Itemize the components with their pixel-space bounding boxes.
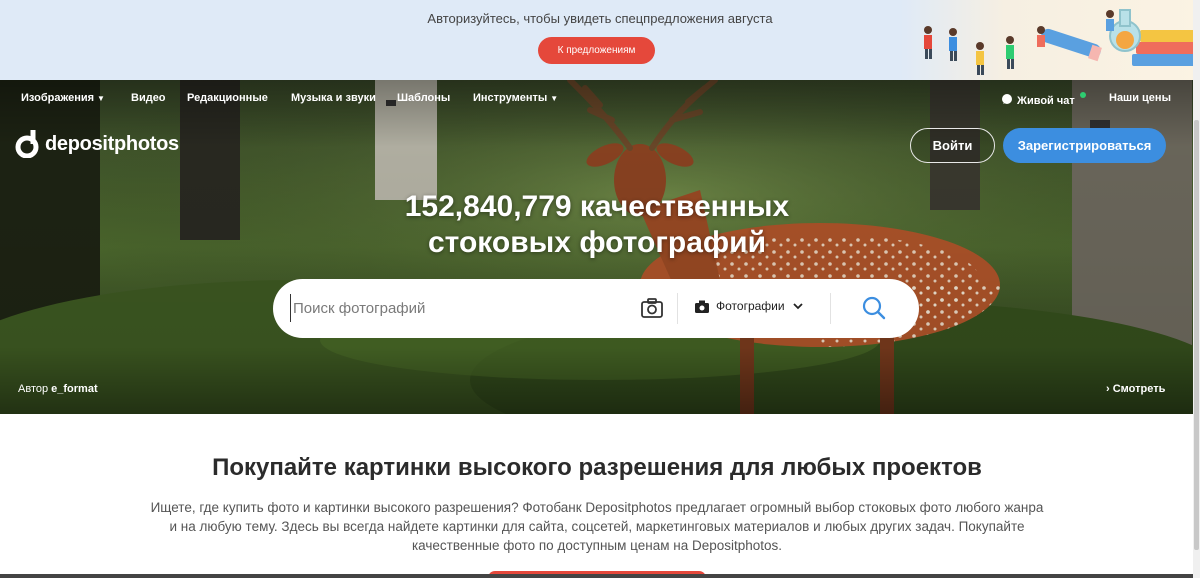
register-button[interactable]: Зарегистрироваться xyxy=(1003,128,1166,163)
scrollbar-thumb[interactable] xyxy=(1194,120,1199,550)
section-heading: Покупайте картинки высокого разрешения д… xyxy=(212,454,982,481)
chat-icon xyxy=(1002,94,1012,104)
media-type-select[interactable]: Фотографии xyxy=(695,299,803,313)
online-status-dot xyxy=(1079,92,1086,98)
divider xyxy=(677,293,678,324)
chevron-right-icon: › xyxy=(1106,383,1110,395)
chevron-down-icon: ▼ xyxy=(550,94,559,103)
hero-title: 152,840,779 качественных стоковых фотогр… xyxy=(404,190,790,259)
camera-search-icon[interactable] xyxy=(640,297,664,319)
author-link[interactable]: e_format xyxy=(51,383,97,395)
view-photo-link[interactable]: › Смотреть xyxy=(1106,383,1165,395)
nav-music[interactable]: Музыка и звуки xyxy=(291,92,376,104)
promo-text: Авторизуйтесь, чтобы увидеть спецпредлож… xyxy=(427,11,773,26)
hero-section: Изображения ▼ Видео Редакционные Музыка и… xyxy=(0,80,1200,414)
chevron-down-icon xyxy=(792,303,803,310)
top-nav: Изображения ▼ Видео Редакционные Музыка и… xyxy=(0,80,1200,116)
nav-tools[interactable]: Инструменты ▼ xyxy=(473,92,558,104)
live-chat-link[interactable]: Живой чат xyxy=(1001,92,1086,107)
logo[interactable]: depositphotos xyxy=(15,130,179,158)
promo-banner: Авторизуйтесь, чтобы увидеть спецпредлож… xyxy=(0,0,1200,80)
chevron-down-icon: ▼ xyxy=(97,94,105,103)
nav-video[interactable]: Видео xyxy=(131,92,166,104)
search-icon[interactable] xyxy=(861,295,887,321)
logo-text: depositphotos xyxy=(45,132,179,155)
logo-icon xyxy=(15,130,39,158)
search-bar: Фотографии xyxy=(273,279,919,338)
divider xyxy=(830,293,831,324)
nav-editorial[interactable]: Редакционные xyxy=(187,92,268,104)
taskbar-edge xyxy=(0,574,1200,578)
search-input[interactable] xyxy=(290,294,620,322)
nav-images[interactable]: Изображения ▼ xyxy=(21,92,105,104)
login-button[interactable]: Войти xyxy=(910,128,995,163)
camera-icon xyxy=(695,300,709,313)
nav-templates[interactable]: Шаблоны xyxy=(397,92,450,104)
photo-author: Автор e_format xyxy=(18,383,98,395)
offers-button[interactable]: К предложениям xyxy=(538,37,655,64)
media-type-label: Фотографии xyxy=(716,299,785,313)
section-description: Ищете, где купить фото и картинки высоко… xyxy=(150,500,1044,553)
pricing-link[interactable]: Наши цены xyxy=(1109,92,1171,104)
